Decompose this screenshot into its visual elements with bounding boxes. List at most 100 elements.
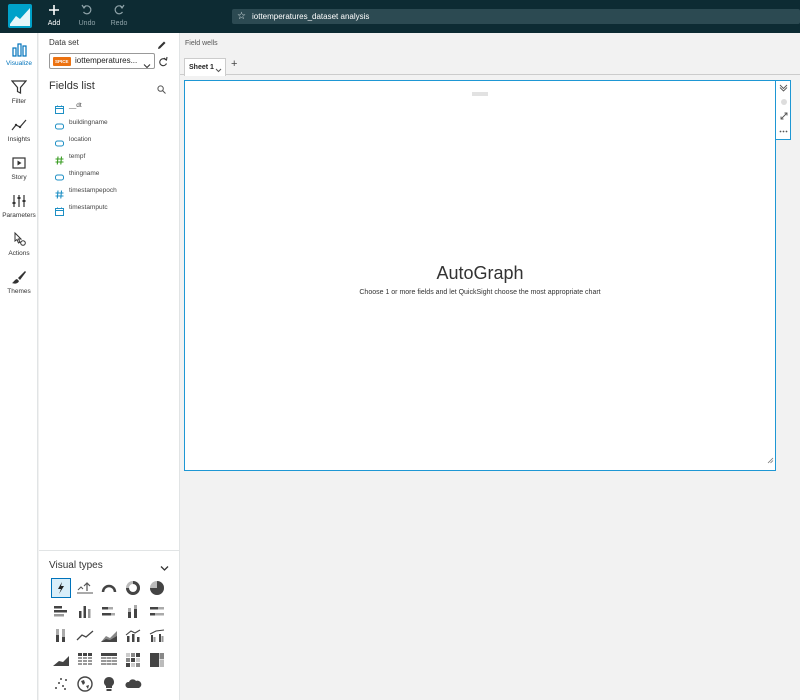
field-item[interactable]: buildingname [55,117,165,131]
geo-map-icon[interactable] [75,674,95,694]
field-name: tempf [69,153,86,160]
field-name: location [69,136,92,143]
field-item[interactable]: __dt [55,100,165,114]
field-name: buildingname [69,119,108,126]
dataset-name: iottemperatures... [75,56,138,65]
top-bar: Add Undo Redo ☆ iottemperatures_dataset … [0,0,800,33]
chevron-down-icon[interactable] [160,560,169,578]
visual-menu [776,80,791,140]
undo-icon [70,4,104,19]
nav-filter[interactable]: Filter [0,75,38,109]
resize-handle-icon[interactable] [767,451,774,469]
nav-themes[interactable]: Themes [0,265,38,299]
pointer-gear-icon [0,231,38,249]
nav-filter-label: Filter [11,98,27,105]
autograph-visual[interactable]: AutoGraph Choose 1 or more fields and le… [184,80,776,471]
nav-story[interactable]: Story [0,151,38,185]
star-icon[interactable]: ☆ [237,9,246,24]
fields-panel: Data set SPICE iottemperatures... Fields… [39,33,180,550]
funnel-icon [0,79,38,97]
field-name: __dt [69,102,82,109]
search-icon[interactable] [157,81,166,99]
tab-sheet-label: Sheet 1 [189,64,214,71]
stacked-horizontal-bar-icon[interactable] [99,602,119,622]
combo-chart-icon[interactable] [123,626,143,646]
calendar-icon [55,203,64,221]
visual-types-title: Visual types [49,560,103,571]
brush-icon [0,269,38,287]
percent-vertical-bar-icon[interactable] [51,626,71,646]
pencil-icon[interactable] [157,37,167,55]
play-screen-icon [0,155,38,173]
horizontal-bar-icon[interactable] [51,602,71,622]
table-icon[interactable] [99,650,119,670]
nav-parameters-label: Parameters [2,212,36,219]
redo-label: Redo [110,20,128,27]
area-chart-icon[interactable] [99,626,119,646]
nav-story-label: Story [11,174,27,181]
tab-sheet-1[interactable]: Sheet 1 [184,58,226,76]
nav-themes-label: Themes [7,288,31,295]
donut-chart-icon[interactable] [123,578,143,598]
pivot-table-icon[interactable] [75,650,95,670]
trend-line-icon [0,117,38,135]
gauge-visual-icon[interactable] [99,578,119,598]
nav-actions-label: Actions [8,250,30,257]
heat-map-icon[interactable] [123,650,143,670]
sheet-tabs: Sheet 1 + [180,55,800,76]
visual-types-panel: Visual types [39,550,180,700]
more-options-icon[interactable] [778,125,789,136]
analysis-title-field[interactable]: ☆ iottemperatures_dataset analysis [232,9,800,24]
autograph-title: AutoGraph [436,263,524,283]
add-label: Add [47,20,61,27]
percent-horizontal-bar-icon[interactable] [147,602,167,622]
redo-button[interactable]: Redo [102,4,136,30]
dataset-select[interactable]: SPICE iottemperatures... [49,53,155,69]
undo-label: Undo [78,20,96,27]
field-wells-label: Field wells [185,40,218,47]
kpi-visual-icon[interactable] [75,578,95,598]
chevron-down-icon[interactable] [778,83,789,94]
pie-chart-icon[interactable] [147,578,167,598]
undo-button[interactable]: Undo [70,4,104,30]
field-name: timestamputc [69,204,108,211]
tree-map-icon[interactable] [147,650,167,670]
stacked-area-icon[interactable] [51,650,71,670]
quicksight-logo[interactable] [8,4,32,28]
spice-badge: SPICE [53,57,71,66]
circle-icon[interactable] [778,98,789,109]
chevron-down-icon[interactable] [215,64,222,81]
insight-bulb-icon[interactable] [99,674,119,694]
nav-insights[interactable]: Insights [0,113,38,147]
nav-visualize[interactable]: Visualize [0,37,38,71]
expand-icon[interactable] [778,112,789,123]
add-sheet-button[interactable]: + [231,58,237,70]
nav-parameters[interactable]: Parameters [0,189,38,223]
drag-handle-icon[interactable] [472,83,488,101]
stacked-vertical-bar-icon[interactable] [123,602,143,622]
left-nav: Visualize Filter Insights Story Paramete… [0,33,38,700]
field-item[interactable]: timestamputc [55,202,165,216]
refresh-icon[interactable] [158,55,168,73]
plus-icon [37,4,71,19]
vertical-bar-icon[interactable] [75,602,95,622]
field-item[interactable]: location [55,134,165,148]
nav-actions[interactable]: Actions [0,227,38,261]
add-button[interactable]: Add [37,4,71,30]
chevron-down-icon [143,57,151,75]
scatter-plot-icon[interactable] [51,674,71,694]
clustered-combo-chart-icon[interactable] [147,626,167,646]
word-cloud-icon[interactable] [123,674,143,694]
nav-insights-label: Insights [7,136,31,143]
sliders-icon [0,193,38,211]
bar-chart-icon [0,41,38,59]
field-item[interactable]: thingname [55,168,165,182]
field-item[interactable]: tempf [55,151,165,165]
field-item[interactable]: timestampepoch [55,185,165,199]
autograph-visual-icon[interactable] [51,578,71,598]
fields-list-title: Fields list [49,80,95,92]
redo-icon [102,4,136,19]
field-wells-bar[interactable]: Field wells [180,33,800,55]
line-chart-icon[interactable] [75,626,95,646]
nav-visualize-label: Visualize [6,60,32,67]
